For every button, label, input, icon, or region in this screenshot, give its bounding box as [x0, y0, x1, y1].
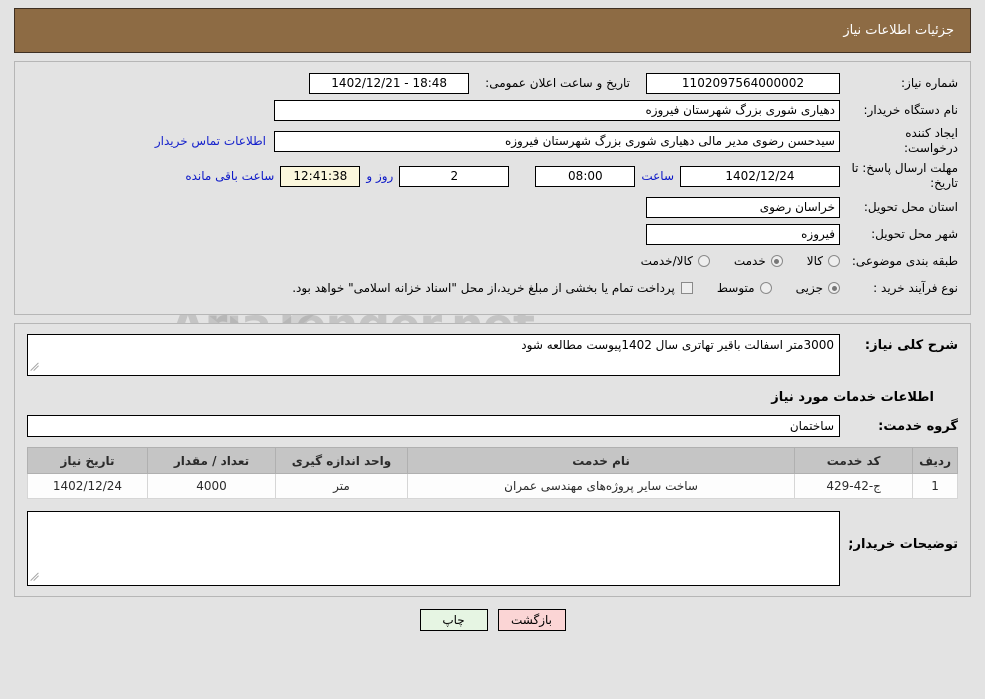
cell-need-date: 1402/12/24 — [27, 473, 148, 499]
general-description-row: شرح کلی نیاز: 3000متر اسفالت باقیر تهاتر… — [27, 334, 958, 376]
radio-icon[interactable] — [828, 255, 840, 267]
creator-label: ایجاد کننده درخواست: — [904, 126, 958, 155]
buyer-org-value: دهیاری شوری بزرگ شهرستان فیروزه — [274, 99, 840, 121]
table-header-row: ردیف کد خدمت نام خدمت واحد اندازه گیری ت… — [27, 447, 958, 474]
back-button[interactable]: بازگشت — [497, 609, 566, 631]
radio-icon[interactable] — [697, 255, 710, 267]
process-label: نوع فرآیند خرید : — [873, 280, 958, 295]
general-description-value: 3000متر اسفالت باقیر تهاتری سال 1402پیوس… — [521, 338, 834, 352]
category-option-khedmat[interactable]: خدمت — [734, 254, 783, 268]
radio-icon[interactable] — [828, 282, 840, 294]
buyer-contact-link[interactable]: اطلاعات تماس خریدار — [155, 134, 274, 148]
need-number-label: شماره نیاز: — [901, 75, 958, 90]
days-label: روز و — [366, 169, 394, 183]
column-header-code: کد خدمت — [794, 447, 914, 474]
buyer-note-label: توضیحات خریدار; — [848, 537, 958, 552]
column-header-name: نام خدمت — [406, 447, 796, 474]
cell-index: 1 — [912, 473, 958, 499]
services-table-wrapper: ردیف کد خدمت نام خدمت واحد اندازه گیری ت… — [27, 447, 958, 499]
treasury-checkbox-item[interactable]: پرداخت تمام یا بخشی از مبلغ خرید،از محل … — [292, 281, 693, 295]
cell-unit: متر — [275, 473, 408, 499]
category-radio-group: کالا خدمت کالا/خدمت — [617, 254, 840, 268]
table-row: 1 ج-42-429 ساخت سایر پروژه‌های مهندسی عم… — [27, 473, 958, 499]
checkbox-icon[interactable] — [680, 282, 693, 294]
announce-value: 18:48 - 1402/12/21 — [309, 72, 470, 94]
service-group-label: گروه خدمت: — [878, 418, 958, 434]
hour-label: ساعت — [641, 169, 674, 183]
process-option-label: متوسط — [716, 281, 755, 295]
category-option-label: کالا/خدمت — [640, 254, 693, 268]
service-group-value: ساختمان — [27, 415, 840, 437]
page-title: جزئیات اطلاعات نیاز — [843, 23, 954, 38]
need-details-panel: شرح کلی نیاز: 3000متر اسفالت باقیر تهاتر… — [14, 323, 971, 597]
delivery-state-row: استان محل تحویل: خراسان رضوی — [27, 196, 958, 218]
announce-label: تاریخ و ساعت اعلان عمومی: — [485, 75, 630, 90]
process-row: نوع فرآیند خرید : جزیی متوسط پرداخت تمام… — [27, 277, 958, 299]
services-section-title: اطلاعات خدمات مورد نیاز — [771, 390, 934, 405]
footer-actions: بازگشت چاپ — [0, 609, 985, 631]
radio-icon[interactable] — [759, 282, 772, 294]
column-header-index: ردیف — [912, 447, 958, 474]
general-description-textarea[interactable]: 3000متر اسفالت باقیر تهاتری سال 1402پیوس… — [27, 334, 840, 376]
column-header-date: تاریخ نیاز — [27, 447, 148, 474]
buyer-org-row: نام دستگاه خریدار: دهیاری شوری بزرگ شهرس… — [27, 99, 958, 121]
services-table: ردیف کد خدمت نام خدمت واحد اندازه گیری ت… — [27, 447, 958, 499]
remaining-hours-label: ساعت باقی مانده — [185, 169, 275, 183]
need-info-panel: شماره نیاز: 1102097564000002 تاریخ و ساع… — [14, 61, 971, 315]
general-description-label: شرح کلی نیاز: — [864, 338, 958, 353]
delivery-city-value: فیروزه — [646, 223, 840, 245]
column-header-unit: واحد اندازه گیری — [275, 447, 408, 474]
process-option-label: جزیی — [795, 281, 823, 295]
creator-row: ایجاد کننده درخواست: سیدحسن رضوی مدیر ما… — [27, 126, 958, 156]
deadline-hour-value: 08:00 — [535, 165, 636, 187]
process-option-motavaset[interactable]: متوسط — [717, 281, 772, 295]
need-number-row: شماره نیاز: 1102097564000002 تاریخ و ساع… — [27, 72, 958, 94]
treasury-note: پرداخت تمام یا بخشی از مبلغ خرید،از محل … — [292, 281, 675, 295]
print-button[interactable]: چاپ — [419, 609, 488, 631]
buyer-org-label: نام دستگاه خریدار: — [863, 102, 959, 117]
delivery-state-label: استان محل تحویل: — [863, 199, 958, 214]
buyer-note-row: توضیحات خریدار; — [27, 511, 958, 586]
deadline-label: مهلت ارسال پاسخ: تا تاریخ: — [851, 161, 958, 190]
page-header: جزئیات اطلاعات نیاز — [14, 8, 971, 53]
cell-code: ج-42-429 — [794, 473, 914, 499]
delivery-city-label: شهر محل تحویل: — [871, 226, 958, 241]
column-header-quantity: تعداد / مقدار — [147, 447, 276, 474]
cell-name: ساخت سایر پروژه‌های مهندسی عمران — [406, 473, 796, 499]
remaining-timer-value: 12:41:38 — [280, 165, 361, 187]
deadline-date-value: 1402/12/24 — [680, 165, 840, 187]
category-option-label: کالا — [806, 254, 823, 268]
category-option-kala[interactable]: کالا — [807, 254, 840, 268]
deadline-row: مهلت ارسال پاسخ: تا تاریخ: 1402/12/24 سا… — [27, 161, 958, 191]
radio-icon[interactable] — [770, 255, 783, 267]
service-group-row: گروه خدمت: ساختمان — [27, 415, 958, 437]
category-option-kala-khedmat[interactable]: کالا/خدمت — [641, 254, 710, 268]
category-row: طبقه بندی موضوعی: کالا خدمت کالا/خدمت — [27, 250, 958, 272]
delivery-city-row: شهر محل تحویل: فیروزه — [27, 223, 958, 245]
delivery-state-value: خراسان رضوی — [646, 196, 840, 218]
cell-quantity: 4000 — [147, 473, 276, 499]
process-radio-group: جزیی متوسط — [693, 281, 840, 295]
remaining-days-value: 2 — [399, 165, 510, 187]
category-label: طبقه بندی موضوعی: — [851, 253, 958, 268]
creator-value: سیدحسن رضوی مدیر مالی دهیاری شوری بزرگ ش… — [274, 130, 840, 152]
need-number-value: 1102097564000002 — [646, 72, 840, 94]
resize-grip-icon[interactable] — [31, 573, 41, 583]
resize-grip-icon[interactable] — [31, 363, 41, 373]
process-option-jozei[interactable]: جزیی — [796, 281, 840, 295]
category-option-label: خدمت — [733, 254, 766, 268]
buyer-note-textarea[interactable] — [27, 511, 840, 586]
